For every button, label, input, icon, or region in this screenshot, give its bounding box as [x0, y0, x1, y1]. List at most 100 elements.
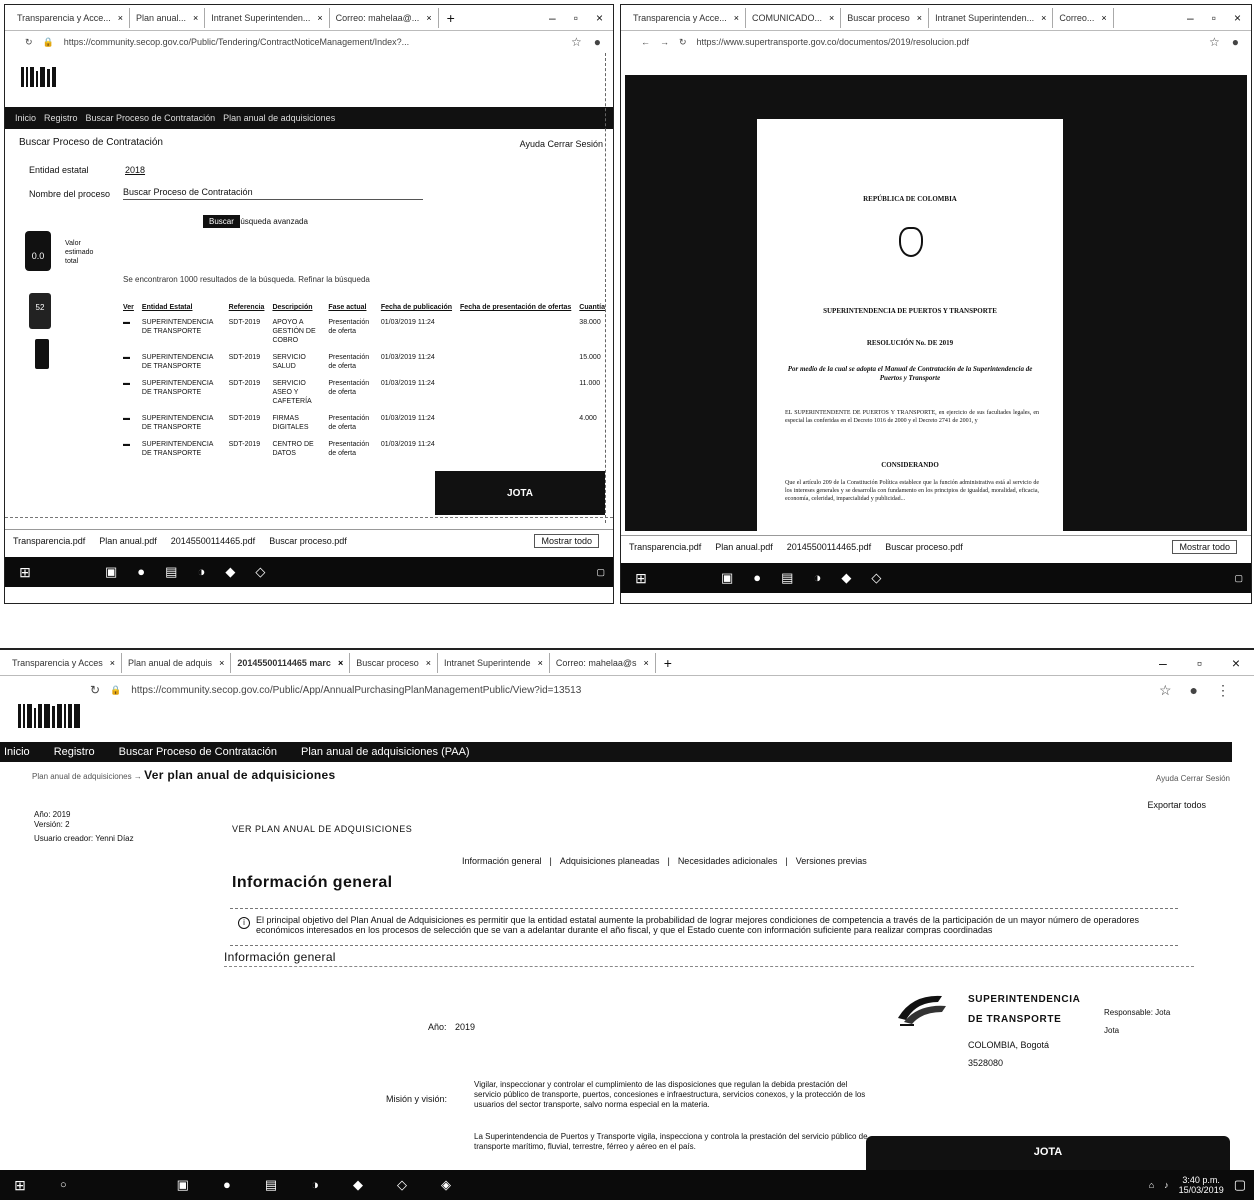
view-icon[interactable]: ▬ [119, 349, 138, 375]
download-item[interactable]: Plan anual.pdf [99, 536, 157, 546]
notification-toast[interactable]: JOTA [435, 471, 605, 515]
app-icon[interactable]: ◇ [255, 564, 265, 580]
table-row[interactable]: ▬ SUPERINTENDENCIA DE TRANSPORTE SDT-201… [119, 410, 609, 436]
nav-item-home[interactable]: Inicio [4, 746, 30, 758]
menu-icon[interactable]: ⋮ [1216, 682, 1230, 699]
site-logo[interactable] [18, 704, 80, 728]
tab[interactable]: Correo... × [1053, 7, 1114, 28]
reload-icon[interactable]: ↻ [679, 37, 687, 48]
forward-icon[interactable]: → [660, 37, 669, 47]
tab[interactable]: COMUNICADO... × [746, 7, 842, 28]
entity-value[interactable]: 2018 [125, 165, 145, 175]
minimize-icon[interactable]: – [549, 11, 556, 25]
maximize-icon[interactable]: ▫ [1212, 11, 1216, 25]
star-icon[interactable]: ☆ [1159, 682, 1172, 699]
maximize-icon[interactable]: ▫ [1197, 655, 1202, 671]
view-icon[interactable]: ▬ [119, 436, 138, 462]
help-links[interactable]: Ayuda Cerrar Sesión [520, 139, 603, 149]
new-tab-button[interactable]: + [656, 655, 680, 671]
star-icon[interactable]: ☆ [571, 35, 582, 49]
close-icon[interactable]: × [1101, 13, 1106, 23]
tab[interactable]: Intranet Superintenden... × [205, 7, 330, 28]
column-header[interactable]: Ver [119, 301, 138, 314]
side-widget[interactable]: 0.0 [25, 231, 51, 271]
close-icon[interactable]: × [1041, 13, 1046, 23]
download-item[interactable]: Buscar proceso.pdf [269, 536, 347, 546]
tab[interactable]: Intranet Superintenden... × [929, 7, 1054, 28]
download-item[interactable]: Plan anual.pdf [715, 542, 773, 552]
app-icon[interactable]: ◑ [311, 1177, 319, 1193]
profile-icon[interactable]: ● [1232, 35, 1239, 49]
minimize-icon[interactable]: – [1187, 11, 1194, 25]
help-links[interactable]: Ayuda Cerrar Sesión [1156, 774, 1230, 783]
process-name-input[interactable]: Buscar Proceso de Contratación [123, 187, 423, 200]
close-icon[interactable]: × [829, 13, 834, 23]
calculator-icon[interactable]: ▤ [165, 564, 177, 580]
column-header[interactable]: Fase actual [324, 301, 377, 314]
table-row[interactable]: ▬ SUPERINTENDENCIA DE TRANSPORTE SDT-201… [119, 375, 609, 410]
nav-item-register[interactable]: Registro [54, 746, 95, 758]
url-field[interactable]: https://community.secop.gov.co/Public/Ap… [131, 685, 1149, 696]
column-header[interactable]: Fecha de presentación de ofertas [456, 301, 575, 314]
url-field[interactable]: https://community.secop.gov.co/Public/Te… [64, 37, 561, 47]
calculator-icon[interactable]: ▤ [265, 1177, 277, 1193]
network-icon[interactable]: ⌂ [1149, 1180, 1154, 1190]
horizontal-scrollbar[interactable] [5, 517, 613, 525]
profile-icon[interactable]: ● [594, 35, 601, 49]
url-field[interactable]: https://www.supertransporte.gov.co/docum… [697, 37, 1199, 47]
notifications-icon[interactable]: ▢ [1234, 573, 1243, 584]
close-icon[interactable]: × [219, 658, 224, 668]
app-icon[interactable]: ◇ [871, 570, 881, 586]
tab[interactable]: Transparencia y Acces × [6, 652, 122, 673]
advanced-search-link[interactable]: Búsqueda avanzada [235, 217, 308, 226]
pdf-viewer[interactable]: REPÚBLICA DE COLOMBIA SUPERINTENDENCIA D… [625, 75, 1247, 531]
nav-item[interactable]: Inicio [15, 113, 36, 123]
tab[interactable]: Correo: mahelaa@s × [550, 652, 656, 673]
maximize-icon[interactable]: ▫ [574, 11, 578, 25]
view-icon[interactable]: ▬ [119, 410, 138, 436]
tab[interactable]: Plan anual de adquis × [122, 652, 232, 673]
close-icon[interactable]: × [426, 13, 431, 23]
close-icon[interactable]: × [110, 658, 115, 668]
export-all-link[interactable]: Exportar todos [1147, 800, 1206, 810]
download-item[interactable]: 20145500114465.pdf [171, 536, 255, 546]
reload-icon[interactable]: ↻ [25, 37, 33, 48]
app-icon[interactable]: ◆ [225, 564, 235, 580]
file-explorer-icon[interactable]: ▣ [721, 570, 733, 586]
app-icon[interactable]: ◆ [841, 570, 851, 586]
tab[interactable]: Correo: mahelaa@... × [330, 7, 439, 28]
windows-start-icon[interactable]: ⊞ [0, 1177, 40, 1194]
close-window-icon[interactable]: × [1232, 655, 1240, 671]
chrome-icon[interactable]: ● [137, 564, 145, 580]
table-row[interactable]: ▬ SUPERINTENDENCIA DE TRANSPORTE SDT-201… [119, 314, 609, 349]
column-header[interactable]: Fecha de publicación [377, 301, 456, 314]
show-all-downloads-button[interactable]: Mostrar todo [1172, 539, 1237, 554]
view-icon[interactable]: ▬ [119, 314, 138, 349]
file-explorer-icon[interactable]: ▣ [105, 564, 117, 580]
breadcrumb-parent[interactable]: Plan anual de adquisiciones [32, 772, 132, 781]
minimize-icon[interactable]: – [1159, 655, 1167, 671]
nav-item[interactable]: Buscar Proceso de Contratación [86, 113, 216, 123]
app-icon[interactable]: ◑ [813, 570, 821, 586]
side-widget[interactable] [35, 339, 49, 369]
close-icon[interactable]: × [118, 13, 123, 23]
nav-item[interactable]: Registro [44, 113, 78, 123]
search-icon[interactable]: ○ [60, 1179, 67, 1191]
vertical-scrollbar[interactable] [605, 53, 613, 523]
star-icon[interactable]: ☆ [1209, 35, 1220, 49]
file-explorer-icon[interactable]: ▣ [177, 1177, 189, 1193]
close-icon[interactable]: × [426, 658, 431, 668]
download-item[interactable]: Transparencia.pdf [629, 542, 701, 552]
close-icon[interactable]: × [644, 658, 649, 668]
close-icon[interactable]: × [917, 13, 922, 23]
clock[interactable]: 3:40 p.m. 15/03/2019 [1179, 1175, 1224, 1195]
close-icon[interactable]: × [538, 658, 543, 668]
column-header[interactable]: Referencia [225, 301, 269, 314]
tab[interactable]: 20145500114465 marc × [231, 652, 351, 673]
close-icon[interactable]: × [193, 13, 198, 23]
windows-start-icon[interactable]: ⊞ [621, 570, 661, 587]
site-logo[interactable] [21, 67, 56, 87]
download-item[interactable]: 20145500114465.pdf [787, 542, 871, 552]
app-icon[interactable]: ◇ [397, 1177, 407, 1193]
side-widget[interactable]: 52 [29, 293, 51, 329]
